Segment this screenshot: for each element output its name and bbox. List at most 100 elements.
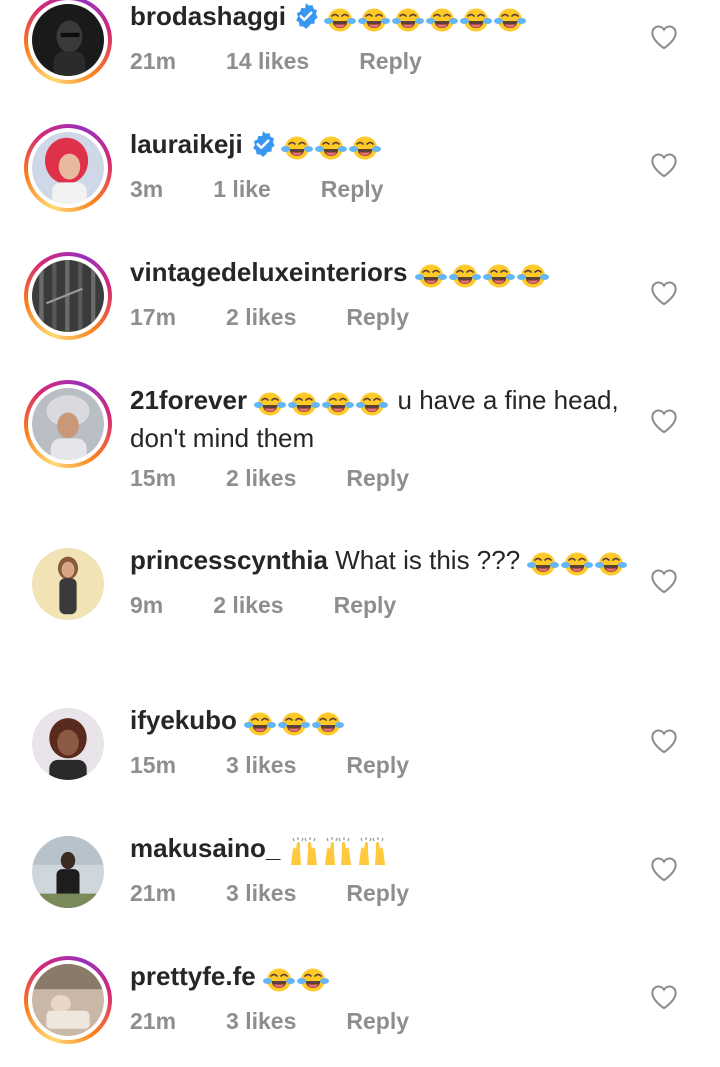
- tears-of-joy-emoji-icon: [262, 965, 295, 995]
- comment-time: 9m: [130, 592, 164, 618]
- comment-meta: 21m 14 likes Reply: [130, 48, 630, 78]
- comment-likes[interactable]: 3 likes: [226, 752, 296, 779]
- comment-emojis: [262, 965, 331, 998]
- tears-of-joy-emoji-icon: [348, 133, 381, 163]
- tears-of-joy-emoji-icon: [280, 133, 313, 163]
- comment-emojis: [244, 709, 346, 742]
- raised-hands-emoji-icon: [356, 837, 388, 867]
- comment-username[interactable]: prettyfe.fe: [130, 961, 256, 991]
- comment-text: What is this ???: [327, 545, 528, 575]
- tears-of-joy-emoji-icon: [392, 5, 425, 35]
- comment-time: 17m: [130, 304, 177, 330]
- reply-button[interactable]: Reply: [346, 1008, 409, 1035]
- tears-of-joy-emoji-icon: [324, 5, 357, 35]
- heart-outline-icon[interactable]: [650, 280, 678, 306]
- raised-hands-emoji-icon: [322, 837, 354, 867]
- tears-of-joy-emoji-icon: [254, 389, 287, 419]
- avatar[interactable]: [24, 700, 112, 788]
- avatar[interactable]: [24, 540, 112, 628]
- tears-of-joy-emoji-icon: [414, 261, 447, 291]
- comment-likes[interactable]: 2 likes: [226, 465, 296, 492]
- reply-button[interactable]: Reply: [359, 48, 422, 75]
- comment-username[interactable]: princesscynthia: [130, 545, 328, 575]
- comment-meta: 15m 3 likes Reply: [130, 752, 630, 782]
- comment-username[interactable]: brodashaggi: [130, 1, 286, 31]
- verified-badge-icon: [292, 2, 320, 30]
- comment-time: 15m: [130, 752, 177, 778]
- avatar[interactable]: [24, 252, 112, 340]
- comment-time: 21m: [130, 880, 177, 906]
- avatar-photo-icon: [32, 964, 104, 1036]
- reply-button[interactable]: Reply: [321, 176, 384, 203]
- comment-username[interactable]: 21forever: [130, 385, 247, 415]
- heart-outline-icon[interactable]: [650, 568, 678, 594]
- avatar-photo-icon: [32, 836, 104, 908]
- comment-meta: 3m 1 like Reply: [130, 176, 630, 206]
- tears-of-joy-emoji-icon: [358, 5, 391, 35]
- avatar-photo-icon: [32, 260, 104, 332]
- heart-outline-icon[interactable]: [650, 728, 678, 754]
- heart-outline-icon[interactable]: [650, 152, 678, 178]
- avatar[interactable]: [24, 0, 112, 84]
- raised-hands-emoji-icon: [288, 837, 320, 867]
- tears-of-joy-emoji-icon: [322, 389, 355, 419]
- comment-meta: 21m 3 likes Reply: [130, 1008, 630, 1038]
- comment-emojis: [527, 549, 629, 582]
- comment-time: 21m: [130, 48, 177, 74]
- heart-outline-icon[interactable]: [650, 856, 678, 882]
- tears-of-joy-emoji-icon: [426, 5, 459, 35]
- tears-of-joy-emoji-icon: [356, 389, 389, 419]
- comment-list: brodashaggi 21m 14 likes Reply lauraikeji: [0, 0, 720, 1067]
- comment-likes[interactable]: 2 likes: [213, 592, 283, 619]
- comment-meta: 17m 2 likes Reply: [130, 304, 630, 334]
- tears-of-joy-emoji-icon: [288, 389, 321, 419]
- tears-of-joy-emoji-icon: [494, 5, 527, 35]
- comment-meta: 15m 2 likes Reply: [130, 465, 630, 495]
- comment-likes[interactable]: 2 likes: [226, 304, 296, 331]
- comment-emojis: [414, 261, 551, 294]
- avatar-photo-icon: [32, 132, 104, 204]
- comment-meta: 21m 3 likes Reply: [130, 880, 630, 910]
- comment-likes[interactable]: 3 likes: [226, 880, 296, 907]
- reply-button[interactable]: Reply: [334, 592, 397, 619]
- comment-meta: 9m 2 likes Reply: [130, 592, 630, 622]
- avatar[interactable]: [24, 828, 112, 916]
- tears-of-joy-emoji-icon: [296, 965, 329, 995]
- comment-time: 15m: [130, 465, 177, 491]
- comment-username[interactable]: lauraikeji: [130, 129, 243, 159]
- avatar[interactable]: [24, 380, 112, 468]
- tears-of-joy-emoji-icon: [516, 261, 549, 291]
- tears-of-joy-emoji-icon: [482, 261, 515, 291]
- comment-username[interactable]: vintagedeluxeinteriors: [130, 257, 407, 287]
- comment-emojis: [254, 389, 390, 422]
- comment-emojis: [288, 837, 390, 870]
- tears-of-joy-emoji-icon: [244, 709, 277, 739]
- reply-button[interactable]: Reply: [346, 752, 409, 779]
- avatar[interactable]: [24, 956, 112, 1044]
- reply-button[interactable]: Reply: [346, 304, 409, 331]
- reply-button[interactable]: Reply: [346, 880, 409, 907]
- verified-badge-icon: [249, 130, 277, 158]
- comment-likes[interactable]: 1 like: [213, 176, 271, 203]
- heart-outline-icon[interactable]: [650, 24, 678, 50]
- tears-of-joy-emoji-icon: [314, 133, 347, 163]
- heart-outline-icon[interactable]: [650, 408, 678, 434]
- tears-of-joy-emoji-icon: [595, 549, 628, 579]
- avatar[interactable]: [24, 124, 112, 212]
- comment-likes[interactable]: 3 likes: [226, 1008, 296, 1035]
- avatar-photo-icon: [32, 4, 104, 76]
- comment-username[interactable]: ifyekubo: [130, 705, 237, 735]
- tears-of-joy-emoji-icon: [460, 5, 493, 35]
- avatar-photo-icon: [32, 388, 104, 460]
- tears-of-joy-emoji-icon: [527, 549, 560, 579]
- comment-emojis: [280, 133, 383, 166]
- tears-of-joy-emoji-icon: [278, 709, 311, 739]
- avatar-photo-icon: [32, 708, 104, 780]
- comment-time: 21m: [130, 1008, 177, 1034]
- heart-outline-icon[interactable]: [650, 984, 678, 1010]
- comment-username[interactable]: makusaino_: [130, 833, 280, 863]
- reply-button[interactable]: Reply: [346, 465, 409, 492]
- comment-likes[interactable]: 14 likes: [226, 48, 309, 75]
- tears-of-joy-emoji-icon: [448, 261, 481, 291]
- comment-time: 3m: [130, 176, 164, 202]
